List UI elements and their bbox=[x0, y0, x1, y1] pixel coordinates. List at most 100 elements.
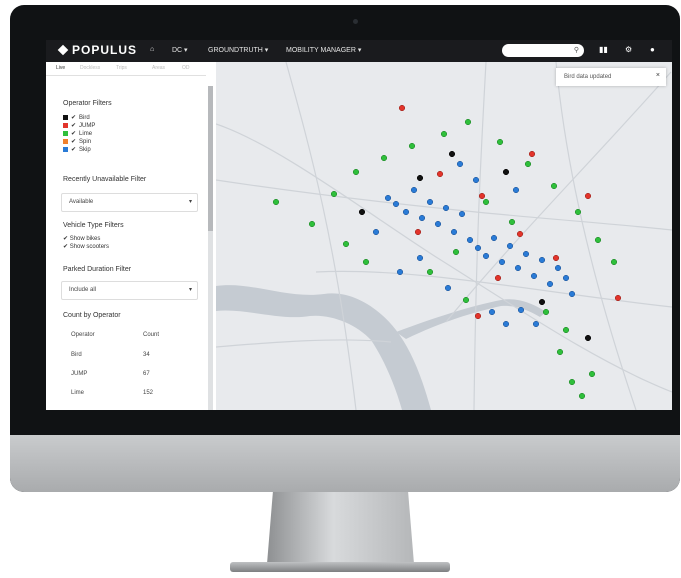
map[interactable]: Bird data updated × bbox=[215, 61, 672, 410]
vehicle-marker[interactable] bbox=[456, 160, 464, 168]
vehicle-marker[interactable] bbox=[568, 378, 576, 386]
vehicle-marker[interactable] bbox=[362, 258, 370, 266]
tab-dockless[interactable]: Dockless bbox=[80, 65, 100, 71]
vehicle-marker[interactable] bbox=[436, 170, 444, 178]
show-scooters-checkbox[interactable]: ✔ Show scooters bbox=[63, 243, 109, 250]
vehicle-marker[interactable] bbox=[556, 348, 564, 356]
vehicle-marker[interactable] bbox=[578, 392, 586, 400]
vehicle-marker[interactable] bbox=[396, 268, 404, 276]
vehicle-marker[interactable] bbox=[448, 150, 456, 158]
vehicle-marker[interactable] bbox=[538, 298, 546, 306]
vehicle-marker[interactable] bbox=[496, 138, 504, 146]
vehicle-marker[interactable] bbox=[614, 294, 622, 302]
user-icon[interactable]: ● bbox=[650, 45, 655, 54]
vehicle-marker[interactable] bbox=[494, 274, 502, 282]
show-bikes-checkbox[interactable]: ✔ Show bikes bbox=[63, 235, 100, 242]
vehicle-marker[interactable] bbox=[508, 218, 516, 226]
vehicle-marker[interactable] bbox=[450, 228, 458, 236]
recently-unavailable-select[interactable]: Available ▾ bbox=[61, 193, 198, 212]
city-dropdown[interactable]: DC ▾ bbox=[172, 46, 188, 54]
vehicle-marker[interactable] bbox=[488, 308, 496, 316]
vehicle-marker[interactable] bbox=[426, 268, 434, 276]
vehicle-marker[interactable] bbox=[402, 208, 410, 216]
vehicle-marker[interactable] bbox=[416, 254, 424, 262]
vehicle-marker[interactable] bbox=[538, 256, 546, 264]
settings-icon[interactable]: ⚙ bbox=[625, 45, 632, 54]
vehicle-marker[interactable] bbox=[514, 264, 522, 272]
vehicle-marker[interactable] bbox=[502, 320, 510, 328]
operator-filter-jump[interactable]: ✔ JUMP bbox=[63, 122, 95, 129]
vehicle-marker[interactable] bbox=[458, 210, 466, 218]
groundtruth-dropdown[interactable]: GROUNDTRUTH ▾ bbox=[208, 46, 268, 54]
vehicle-marker[interactable] bbox=[440, 130, 448, 138]
vehicle-marker[interactable] bbox=[466, 236, 474, 244]
vehicle-marker[interactable] bbox=[474, 244, 482, 252]
parked-duration-select[interactable]: Include all ▾ bbox=[61, 281, 198, 300]
vehicle-marker[interactable] bbox=[490, 234, 498, 242]
vehicle-marker[interactable] bbox=[358, 208, 366, 216]
vehicle-marker[interactable] bbox=[380, 154, 388, 162]
vehicle-marker[interactable] bbox=[584, 334, 592, 342]
vehicle-marker[interactable] bbox=[372, 228, 380, 236]
vehicle-marker[interactable] bbox=[568, 290, 576, 298]
vehicle-marker[interactable] bbox=[426, 198, 434, 206]
vehicle-marker[interactable] bbox=[506, 242, 514, 250]
operator-filter-spin[interactable]: ✔ Spin bbox=[63, 138, 91, 145]
vehicle-marker[interactable] bbox=[498, 258, 506, 266]
vehicle-marker[interactable] bbox=[474, 312, 482, 320]
vehicle-marker[interactable] bbox=[517, 306, 525, 314]
vehicle-marker[interactable] bbox=[442, 204, 450, 212]
vehicle-marker[interactable] bbox=[512, 186, 520, 194]
vehicle-marker[interactable] bbox=[444, 284, 452, 292]
vehicle-marker[interactable] bbox=[462, 296, 470, 304]
vehicle-marker[interactable] bbox=[416, 174, 424, 182]
vehicle-marker[interactable] bbox=[352, 168, 360, 176]
vehicle-marker[interactable] bbox=[528, 150, 536, 158]
vehicle-marker[interactable] bbox=[452, 248, 460, 256]
vehicle-marker[interactable] bbox=[552, 254, 560, 262]
vehicle-marker[interactable] bbox=[272, 198, 280, 206]
map-icon[interactable]: ▮▮ bbox=[599, 45, 608, 54]
vehicle-marker[interactable] bbox=[542, 308, 550, 316]
home-icon[interactable]: ⌂ bbox=[150, 46, 154, 53]
close-icon[interactable]: × bbox=[656, 72, 660, 79]
vehicle-marker[interactable] bbox=[464, 118, 472, 126]
vehicle-marker[interactable] bbox=[516, 230, 524, 238]
vehicle-marker[interactable] bbox=[398, 104, 406, 112]
operator-filter-lime[interactable]: ✔ Lime bbox=[63, 130, 92, 137]
vehicle-marker[interactable] bbox=[330, 190, 338, 198]
vehicle-marker[interactable] bbox=[574, 208, 582, 216]
vehicle-marker[interactable] bbox=[414, 228, 422, 236]
vehicle-marker[interactable] bbox=[308, 220, 316, 228]
vehicle-marker[interactable] bbox=[554, 264, 562, 272]
search-input[interactable]: ⚲ bbox=[502, 44, 584, 57]
vehicle-marker[interactable] bbox=[588, 370, 596, 378]
vehicle-marker[interactable] bbox=[410, 186, 418, 194]
vehicle-marker[interactable] bbox=[584, 192, 592, 200]
operator-filter-skip[interactable]: ✔ Skip bbox=[63, 146, 91, 153]
vehicle-marker[interactable] bbox=[546, 280, 554, 288]
operator-filter-bird[interactable]: ✔ Bird bbox=[63, 114, 90, 121]
vehicle-marker[interactable] bbox=[562, 326, 570, 334]
vehicle-marker[interactable] bbox=[392, 200, 400, 208]
vehicle-marker[interactable] bbox=[532, 320, 540, 328]
sidebar-scrollbar[interactable] bbox=[208, 86, 213, 410]
brand-logo[interactable]: POPULUS bbox=[57, 43, 137, 57]
vehicle-marker[interactable] bbox=[434, 220, 442, 228]
tab-trips[interactable]: Trips bbox=[116, 65, 127, 71]
vehicle-marker[interactable] bbox=[482, 252, 490, 260]
tab-od[interactable]: OD bbox=[182, 65, 190, 71]
vehicle-marker[interactable] bbox=[502, 168, 510, 176]
vehicle-marker[interactable] bbox=[594, 236, 602, 244]
mobility-manager-dropdown[interactable]: MOBILITY MANAGER ▾ bbox=[286, 46, 361, 54]
vehicle-marker[interactable] bbox=[478, 192, 486, 200]
vehicle-marker[interactable] bbox=[472, 176, 480, 184]
tab-areas[interactable]: Areas bbox=[152, 65, 165, 71]
vehicle-marker[interactable] bbox=[524, 160, 532, 168]
tab-live[interactable]: Live bbox=[56, 65, 65, 71]
scrollbar-thumb[interactable] bbox=[208, 86, 213, 231]
vehicle-marker[interactable] bbox=[550, 182, 558, 190]
vehicle-marker[interactable] bbox=[408, 142, 416, 150]
vehicle-marker[interactable] bbox=[610, 258, 618, 266]
vehicle-marker[interactable] bbox=[384, 194, 392, 202]
